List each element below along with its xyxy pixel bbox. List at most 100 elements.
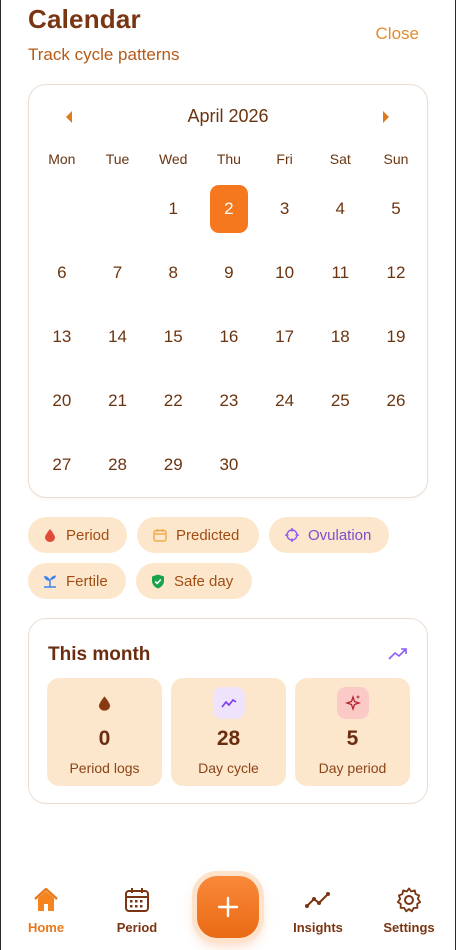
stat-label: Day cycle	[198, 760, 259, 776]
weekday-label: Mon	[48, 151, 76, 167]
calendar-day[interactable]: 5	[368, 181, 424, 245]
bottom-nav: Home Period Insights Settings	[0, 876, 456, 950]
weekday-label: Sun	[383, 151, 409, 167]
day-number: 18	[330, 327, 350, 346]
weekday-label: Wed	[158, 151, 188, 167]
day-number: 19	[386, 327, 406, 346]
weekday-label: Fri	[276, 151, 293, 167]
day-number: 21	[108, 391, 127, 410]
calendar-day[interactable]: 30	[201, 437, 257, 501]
stat-period-logs: 0 Period logs	[47, 678, 162, 786]
calendar-day[interactable]: 10	[257, 245, 313, 309]
home-icon	[34, 887, 58, 911]
section-title: This month	[48, 644, 151, 665]
trending-up-icon	[305, 892, 330, 908]
nav-item-home[interactable]: Home	[11, 886, 81, 935]
calendar-day[interactable]: 25	[312, 373, 368, 437]
close-button[interactable]: Close	[376, 24, 419, 44]
legend-label: Ovulation	[308, 526, 372, 544]
nav-label: Insights	[293, 920, 343, 935]
day-number: 29	[163, 455, 183, 474]
weekday-label: Sat	[329, 151, 351, 167]
stat-value: 28	[216, 727, 241, 750]
calendar-day[interactable]: 14	[90, 309, 146, 373]
legend-chip-safe-day[interactable]: Safe day	[136, 563, 252, 599]
legend-chip-fertile[interactable]: Fertile	[28, 563, 126, 599]
day-number: 20	[52, 391, 72, 410]
legend-chip-ovulation[interactable]: Ovulation	[269, 517, 389, 553]
day-number: 1	[168, 199, 178, 218]
stat-value: 0	[98, 727, 111, 750]
nav-item-settings[interactable]: Settings	[374, 886, 444, 935]
day-number: 16	[219, 327, 239, 346]
calendar-day[interactable]: 7	[90, 245, 146, 309]
calendar-day-empty	[34, 181, 90, 245]
calendar-day[interactable]: 29	[145, 437, 201, 501]
calendar-day[interactable]: 18	[312, 309, 368, 373]
day-number: 27	[52, 455, 72, 474]
calendar-card: April 2026 Mon Tue Wed Thu Fri Sat Sun 1…	[28, 84, 428, 498]
legend-label: Predicted	[176, 526, 240, 544]
add-button[interactable]	[197, 876, 259, 938]
month-label: April 2026	[187, 106, 269, 126]
calendar-day[interactable]: 22	[145, 373, 201, 437]
month-navigator: April 2026	[29, 105, 427, 131]
calendar-day[interactable]: 6	[34, 245, 90, 309]
calendar-day[interactable]: 12	[368, 245, 424, 309]
page-subtitle: Track cycle patterns	[28, 45, 180, 64]
calendar-day[interactable]: 11	[312, 245, 368, 309]
calendar-day[interactable]: 24	[257, 373, 313, 437]
calendar-day[interactable]: 20	[34, 373, 90, 437]
stat-label: Day period	[318, 760, 387, 776]
day-number: 7	[112, 263, 123, 282]
calendar-day[interactable]: 27	[34, 437, 90, 501]
day-number: 2	[209, 185, 248, 233]
day-number: 13	[52, 327, 72, 346]
calendar-day[interactable]: 3	[257, 181, 313, 245]
legend-chip-period[interactable]: Period	[28, 517, 127, 553]
calendar-day[interactable]: 26	[368, 373, 424, 437]
day-grid: 1 2 3 4 5 6 7 8 9 10 11 12 13 14 15 16 17 18 19 20 21 22 23 24 2…	[34, 181, 424, 501]
calendar-day[interactable]: 21	[90, 373, 146, 437]
calendar-day[interactable]: 1	[145, 181, 201, 245]
calendar-day-selected[interactable]: 2	[201, 181, 257, 245]
calendar-day-empty	[90, 181, 146, 245]
calendar-day[interactable]: 16	[201, 309, 257, 373]
day-number: 3	[279, 199, 290, 218]
day-number: 17	[275, 327, 295, 346]
calendar-day[interactable]: 9	[201, 245, 257, 309]
day-number: 5	[391, 199, 401, 218]
nav-item-insights[interactable]: Insights	[283, 886, 353, 935]
day-number: 22	[163, 391, 183, 410]
page-header: Calendar Track cycle patterns Close	[28, 4, 428, 74]
calendar-day[interactable]: 13	[34, 309, 90, 373]
nav-item-period[interactable]: Period	[102, 886, 172, 935]
target-icon	[284, 527, 300, 543]
shield-check-icon	[150, 573, 166, 589]
day-number: 30	[219, 455, 239, 474]
calendar-day[interactable]: 4	[312, 181, 368, 245]
calendar-day[interactable]: 23	[201, 373, 257, 437]
chevron-right-icon[interactable]	[383, 111, 389, 123]
day-number: 9	[224, 263, 234, 282]
day-number: 6	[57, 263, 67, 282]
activity-icon	[212, 687, 245, 719]
nav-label: Home	[27, 920, 65, 935]
stat-day-cycle: 28 Day cycle	[171, 678, 286, 786]
drop-icon	[89, 687, 121, 719]
day-number: 8	[168, 263, 178, 282]
calendar-day[interactable]: 28	[90, 437, 146, 501]
calendar-day[interactable]: 19	[368, 309, 424, 373]
legend-chip-predicted[interactable]: Predicted	[137, 517, 259, 553]
calendar-day[interactable]: 17	[257, 309, 313, 373]
trending-up-icon	[388, 648, 407, 660]
frame-edge	[0, 0, 1, 950]
calendar-day[interactable]: 8	[145, 245, 201, 309]
weekday-label: Thu	[216, 151, 241, 167]
calendar-day[interactable]: 15	[145, 309, 201, 373]
this-month-card: This month 0 Period logs 28 Day cycle 5 …	[28, 618, 428, 804]
sprout-icon	[42, 573, 58, 589]
day-number: 28	[108, 455, 127, 474]
day-number: 25	[330, 391, 350, 410]
plus-icon	[217, 896, 239, 918]
